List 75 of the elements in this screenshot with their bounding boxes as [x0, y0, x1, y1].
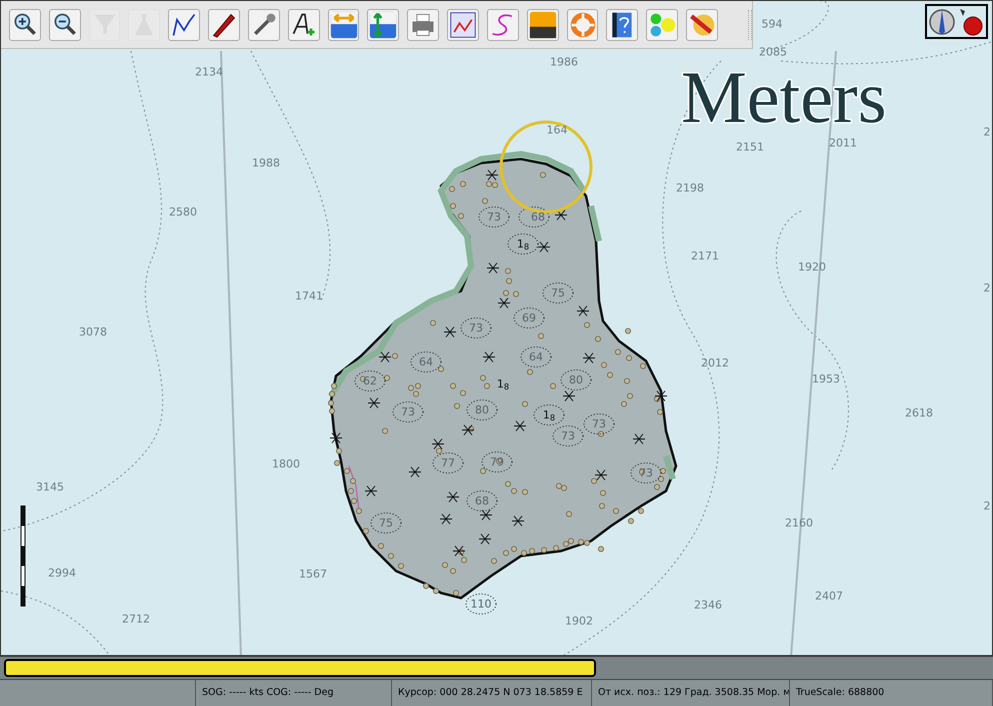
- height-label: 1$_{8}$: [516, 238, 530, 250]
- depth-sounding: 1902: [565, 616, 593, 626]
- depth-sounding: 2198: [676, 182, 704, 194]
- status-field: Курсор: 000 28.2475 N 073 18.5859 E: [398, 686, 583, 700]
- depth-sounding: 2160: [785, 518, 813, 528]
- chart-piano-key[interactable]: [4, 659, 596, 677]
- horizontal-arrow-button[interactable]: [328, 8, 360, 40]
- depth-sounding: 73: [592, 418, 606, 430]
- depth-sounding: 2085: [759, 46, 787, 58]
- depth-sounding: 62: [363, 376, 377, 386]
- depth-sounding: 68: [531, 212, 545, 222]
- depth-sounding: 2171: [691, 250, 719, 262]
- depth-sounding: 2618: [905, 408, 933, 418]
- depth-sounding: 2: [984, 126, 990, 138]
- depth-sounding: 2012: [701, 358, 729, 368]
- depth-sounding: 2: [984, 500, 990, 512]
- depth-sounding: 73: [469, 322, 483, 334]
- depth-sounding: 80: [475, 404, 489, 416]
- gauges-icon: [648, 10, 676, 38]
- depth-sounding: 3078: [79, 326, 107, 338]
- depth-sounding: 73: [639, 468, 653, 478]
- depth-sounding: 64: [529, 352, 543, 362]
- units-label: Meters: [681, 61, 886, 135]
- status-field: TrueScale: 688800: [796, 686, 884, 700]
- vertical-arrow-button[interactable]: [367, 8, 400, 40]
- height-label: 1$_{8}$: [496, 378, 510, 390]
- lifebuoy-icon: [568, 10, 596, 38]
- depth-sounding: 1988: [252, 158, 280, 168]
- depth-sounding: 2580: [169, 206, 197, 218]
- depth-sounding: 2712: [122, 614, 150, 624]
- depth-sounding: 1920: [798, 262, 826, 272]
- depth-sounding: 3145: [36, 482, 64, 492]
- toolbar-grip[interactable]: [748, 10, 752, 40]
- depth-sounding: 77: [441, 458, 455, 468]
- depth-sounding: 2: [984, 282, 990, 294]
- track-line-button[interactable]: [486, 8, 519, 40]
- depth-sounding: 73: [561, 430, 575, 442]
- zoom-in-button[interactable]: [9, 8, 41, 40]
- route-button[interactable]: [168, 8, 200, 40]
- height-label: 1$_{8}$: [542, 410, 556, 420]
- compass-icon[interactable]: [928, 8, 955, 36]
- sunset-icon: [528, 10, 557, 38]
- depth-sounding: 1741: [295, 290, 323, 302]
- depth-sounding: 1953: [812, 374, 840, 384]
- depth-sounding: 2134: [195, 66, 223, 78]
- gps-status-icon[interactable]: [958, 6, 984, 36]
- depth-sounding: 2011: [829, 138, 857, 148]
- sunset-button[interactable]: [526, 8, 559, 40]
- lifebuoy-button[interactable]: [566, 8, 598, 40]
- depth-sounding: 68: [475, 496, 489, 506]
- depth-sounding: 64: [419, 356, 433, 368]
- depth-sounding: 2346: [694, 600, 722, 610]
- depth-sounding: 1800: [272, 458, 300, 470]
- depth-sounding: 110: [470, 598, 492, 610]
- depth-sounding: 80: [569, 374, 583, 386]
- depth-sounding: 1567: [299, 568, 327, 580]
- depth-sounding: 594: [762, 18, 782, 30]
- depth-sounding: 69: [522, 312, 536, 324]
- depth-sounding: 75: [379, 518, 393, 528]
- status-field: SOG: ----- kts COG: ----- Deg: [202, 686, 334, 700]
- zoom-out-button[interactable]: [48, 8, 81, 40]
- help-book-button[interactable]: [606, 8, 638, 40]
- depth-sounding: 1986: [550, 56, 578, 68]
- text-plus-button[interactable]: [288, 8, 320, 40]
- depth-sounding: 73: [487, 212, 501, 222]
- chart-list-icon: [449, 10, 478, 38]
- depth-sounding: 79: [490, 456, 504, 468]
- depth-sounding: 2994: [48, 568, 76, 578]
- depth-sounding: 164: [546, 124, 568, 136]
- depth-sounding: 2151: [736, 142, 764, 152]
- printer-button[interactable]: [407, 8, 440, 40]
- chart-list-button[interactable]: [447, 8, 479, 40]
- depth-sounding: 2407: [815, 590, 843, 602]
- depth-sounding: 73: [401, 406, 415, 418]
- depth-sounding: 75: [551, 288, 565, 298]
